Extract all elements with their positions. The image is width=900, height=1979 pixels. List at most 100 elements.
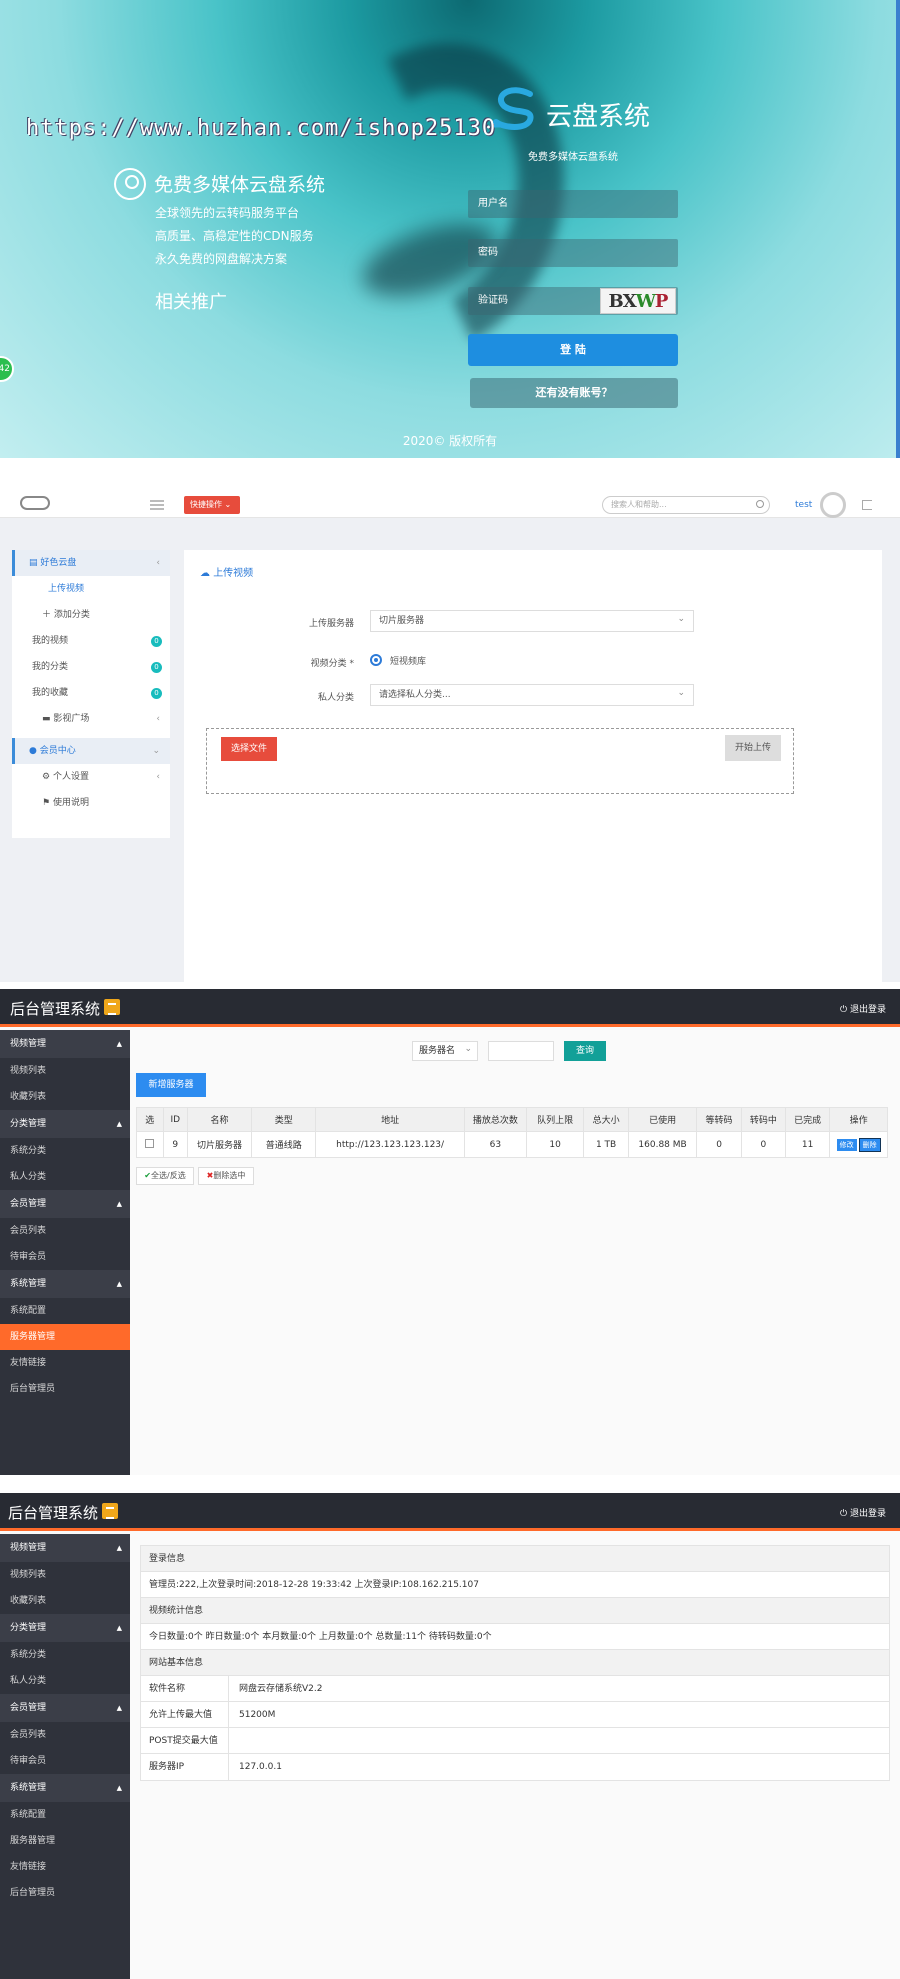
promo-line: 全球领先的云转码服务平台 xyxy=(155,206,300,220)
site-info-value: 127.0.0.1 xyxy=(239,1762,282,1772)
row-checkbox[interactable] xyxy=(145,1138,155,1148)
column-header: 转码中 xyxy=(740,1107,787,1132)
private-category-label: 私人分类 xyxy=(317,693,354,703)
add-server-button[interactable]: 新增服务器 xyxy=(136,1073,206,1097)
chevron-left-icon: ‹ xyxy=(156,714,160,724)
site-info-row: 软件名称 网盘云存储系统V2.2 xyxy=(141,1676,889,1702)
upload-main-panel: ☁ 上传视频 上传服务器 切片服务器 视频分类 * 短视频库 私人分类 请选择私… xyxy=(184,550,882,982)
password-input[interactable]: 密码 xyxy=(468,239,678,267)
username-input[interactable]: 用户名 xyxy=(468,190,678,218)
row-select-cell xyxy=(136,1131,164,1158)
sidebar-item-friend-links[interactable]: 友情链接 xyxy=(0,1350,130,1376)
sidebar-group-system[interactable]: 系统管理 xyxy=(0,1270,130,1298)
column-header: 操作 xyxy=(829,1107,888,1132)
delete-button[interactable]: 删除 xyxy=(858,1137,881,1152)
sidebar-item-system-config[interactable]: 系统配置 xyxy=(0,1802,130,1828)
column-header: 播放总次数 xyxy=(463,1107,527,1132)
sidebar-group-video[interactable]: 视频管理 xyxy=(0,1030,130,1058)
login-info-text: 管理员:222,上次登录时间:2018-12-28 19:33:42 上次登录I… xyxy=(141,1572,889,1598)
count-badge: 0 xyxy=(151,636,162,647)
sidebar-item-friend-links[interactable]: 友情链接 xyxy=(0,1854,130,1880)
sidebar-item-upload[interactable]: 上传视频 xyxy=(12,576,170,602)
sidebar-item-server-manage[interactable]: 服务器管理 xyxy=(0,1828,130,1854)
delete-selected-button[interactable]: ✖删除选中 xyxy=(198,1167,254,1185)
sidebar-item-member-list[interactable]: 会员列表 xyxy=(0,1218,130,1244)
sidebar-group-system[interactable]: 系统管理 xyxy=(0,1774,130,1802)
sidebar-item-add-category[interactable]: ＋ 添加分类 xyxy=(12,602,170,628)
sidebar-group-video[interactable]: 视频管理 xyxy=(0,1534,130,1562)
search-button[interactable]: 查询 xyxy=(564,1041,606,1061)
sidebar-item-my-categories[interactable]: 我的分类 0 xyxy=(12,654,170,680)
hamburger-menu-icon[interactable] xyxy=(150,500,164,510)
login-button[interactable]: 登 陆 xyxy=(468,334,678,366)
column-header: 类型 xyxy=(251,1107,317,1132)
plus-icon: ＋ xyxy=(42,610,54,620)
edit-button[interactable]: 修改 xyxy=(836,1138,857,1151)
logout-icon[interactable] xyxy=(862,500,872,510)
gear-icon: ⚙ xyxy=(42,772,53,782)
search-input[interactable]: 搜索人和帮助... xyxy=(602,496,770,514)
private-category-select[interactable]: 请选择私人分类... xyxy=(370,683,694,706)
username-label[interactable]: test xyxy=(795,500,812,510)
filter-field-select[interactable]: 服务器名 xyxy=(412,1040,478,1061)
start-upload-button[interactable]: 开始上传 xyxy=(725,735,781,761)
sidebar-group-category[interactable]: 分类管理 xyxy=(0,1614,130,1642)
sidebar-item-favorite-list[interactable]: 收藏列表 xyxy=(0,1084,130,1110)
sidebar-item-server-manage[interactable]: 服务器管理 xyxy=(0,1324,130,1350)
sidebar-item-label: 使用说明 xyxy=(52,798,89,808)
menu-toggle-icon[interactable] xyxy=(102,1503,118,1519)
sidebar-item-help[interactable]: ⚑ 使用说明 xyxy=(12,790,170,816)
logout-button[interactable]: ⏻ 退出登录 xyxy=(840,1002,886,1015)
cloud-upload-icon: ☁ xyxy=(200,568,214,579)
table-row: 9 切片服务器 普通线路 http://123.123.123.123/ 63 … xyxy=(136,1131,888,1158)
chevron-left-icon: ‹ xyxy=(156,558,160,568)
sidebar-item-video-list[interactable]: 视频列表 xyxy=(0,1058,130,1084)
column-header: 已使用 xyxy=(627,1107,698,1132)
sidebar-head-member[interactable]: ● 会员中心 ⌄ xyxy=(12,738,170,764)
admin-sidebar: 视频管理 视频列表 收藏列表 分类管理 系统分类 私人分类 会员管理 会员列表 … xyxy=(0,1030,130,1475)
quick-actions-button[interactable]: 快捷操作 ⌄ xyxy=(184,496,240,514)
sidebar-item-pending-members[interactable]: 待审会员 xyxy=(0,1244,130,1270)
sidebar-item-system-category[interactable]: 系统分类 xyxy=(0,1138,130,1164)
sidebar-item-pending-members[interactable]: 待审会员 xyxy=(0,1748,130,1774)
sidebar-item-my-favorites[interactable]: 我的收藏 0 xyxy=(12,680,170,706)
avatar[interactable] xyxy=(820,492,846,518)
sidebar-item-video-list[interactable]: 视频列表 xyxy=(0,1562,130,1588)
upload-dropzone[interactable]: 选择文件 开始上传 xyxy=(206,728,794,794)
logout-button[interactable]: ⏻ 退出登录 xyxy=(840,1506,886,1519)
promo-title: 免费多媒体云盘系统 xyxy=(154,174,326,196)
sidebar-group-member[interactable]: 会员管理 xyxy=(0,1694,130,1722)
search-icon[interactable] xyxy=(756,500,764,508)
cell-transcoding: 0 xyxy=(740,1131,787,1158)
select-all-button[interactable]: ✔全选/反选 xyxy=(136,1167,194,1185)
category-radio[interactable] xyxy=(370,654,382,666)
captcha-image[interactable]: BXWP xyxy=(600,288,676,314)
sidebar-item-admins[interactable]: 后台管理员 xyxy=(0,1376,130,1402)
sidebar-item-my-videos[interactable]: 我的视频 0 xyxy=(12,628,170,654)
sidebar-head-cloud[interactable]: ▤ 好色云盘 ‹ xyxy=(12,550,170,576)
sidebar-item-favorite-list[interactable]: 收藏列表 xyxy=(0,1588,130,1614)
menu-toggle-icon[interactable] xyxy=(104,999,120,1015)
sidebar-item-settings[interactable]: ⚙ 个人设置 ‹ xyxy=(12,764,170,790)
sidebar-item-system-config[interactable]: 系统配置 xyxy=(0,1298,130,1324)
sidebar-group-member[interactable]: 会员管理 xyxy=(0,1190,130,1218)
server-table: 选 ID 名称 类型 地址 播放总次数 队列上限 总大小 已使用 等转码 转码中… xyxy=(136,1107,888,1158)
sidebar-item-private-category[interactable]: 私人分类 xyxy=(0,1668,130,1694)
delete-selected-label: 删除选中 xyxy=(213,1171,246,1180)
sidebar-item-admins[interactable]: 后台管理员 xyxy=(0,1880,130,1906)
server-select[interactable]: 切片服务器 xyxy=(370,609,694,632)
sidebar-item-plaza[interactable]: ▬ 影视广场 ‹ xyxy=(12,706,170,732)
sidebar-item-system-category[interactable]: 系统分类 xyxy=(0,1642,130,1668)
choose-file-button[interactable]: 选择文件 xyxy=(221,737,277,761)
captcha-char: B xyxy=(608,291,624,312)
side-float-badge[interactable]: 42 xyxy=(0,356,14,382)
promo-more-link[interactable]: 相关推广 xyxy=(155,288,227,314)
sidebar-item-member-list[interactable]: 会员列表 xyxy=(0,1722,130,1748)
column-header: ID xyxy=(162,1107,188,1132)
filter-keyword-input[interactable] xyxy=(488,1041,554,1061)
flag-icon: ⚑ xyxy=(42,798,53,808)
register-button[interactable]: 还有没有账号？ xyxy=(470,378,678,408)
sidebar-group-category[interactable]: 分类管理 xyxy=(0,1110,130,1138)
sidebar-item-private-category[interactable]: 私人分类 xyxy=(0,1164,130,1190)
site-info-value xyxy=(229,1728,239,1753)
